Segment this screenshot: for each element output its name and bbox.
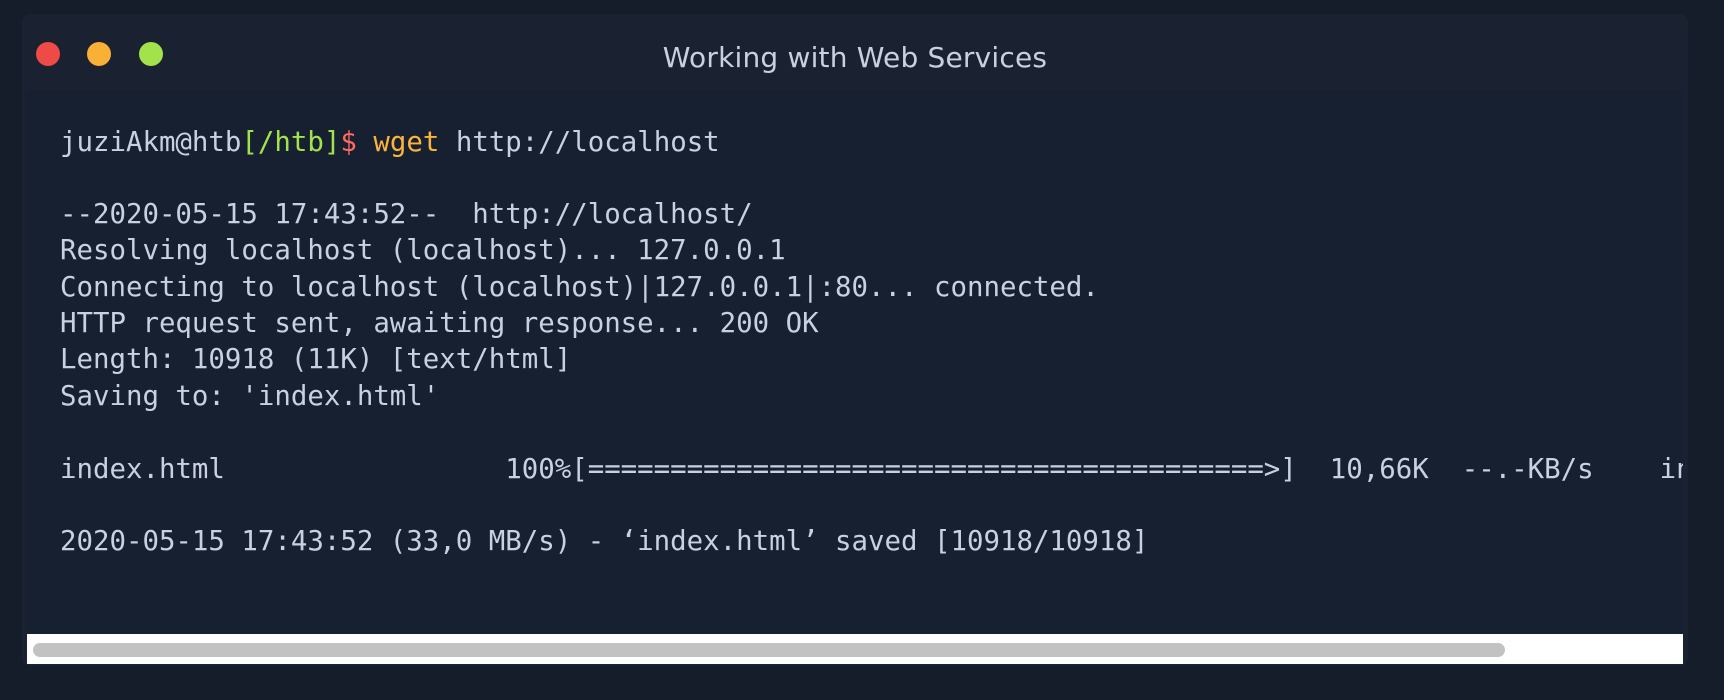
output-line: Saving to: 'index.html' — [60, 381, 440, 412]
prompt-user-host: juziAkm@htb — [60, 127, 242, 158]
title-bar: Working with Web Services — [22, 14, 1688, 88]
output-line: --2020-05-15 17:43:52-- http://localhost… — [60, 199, 753, 230]
prompt-symbol: $ — [340, 127, 357, 158]
download-progress-line: index.html 100%[========================… — [60, 454, 1683, 485]
output-line: Length: 10918 (11K) [text/html] — [60, 344, 572, 375]
window-title: Working with Web Services — [662, 41, 1048, 74]
command-argument: http://localhost — [455, 127, 720, 158]
horizontal-scrollbar-thumb[interactable] — [33, 643, 1505, 657]
output-line: Connecting to localhost (localhost)|127.… — [60, 272, 1099, 303]
command-line: juziAkm@htb[/htb]$ wget http://localhost — [60, 123, 720, 163]
output-line: Resolving localhost (localhost)... 127.0… — [60, 235, 786, 266]
output-line: HTTP request sent, awaiting response... … — [60, 308, 819, 339]
download-summary-line: 2020-05-15 17:43:52 (33,0 MB/s) - ‘index… — [60, 526, 1149, 557]
terminal-window: Working with Web Services juziAkm@htb[/h… — [22, 14, 1688, 666]
horizontal-scrollbar-track[interactable] — [27, 634, 1683, 664]
terminal-content[interactable]: juziAkm@htb[/htb]$ wget http://localhost… — [27, 90, 1683, 634]
prompt-path: [/htb] — [241, 127, 341, 158]
command-name: wget — [373, 127, 440, 158]
